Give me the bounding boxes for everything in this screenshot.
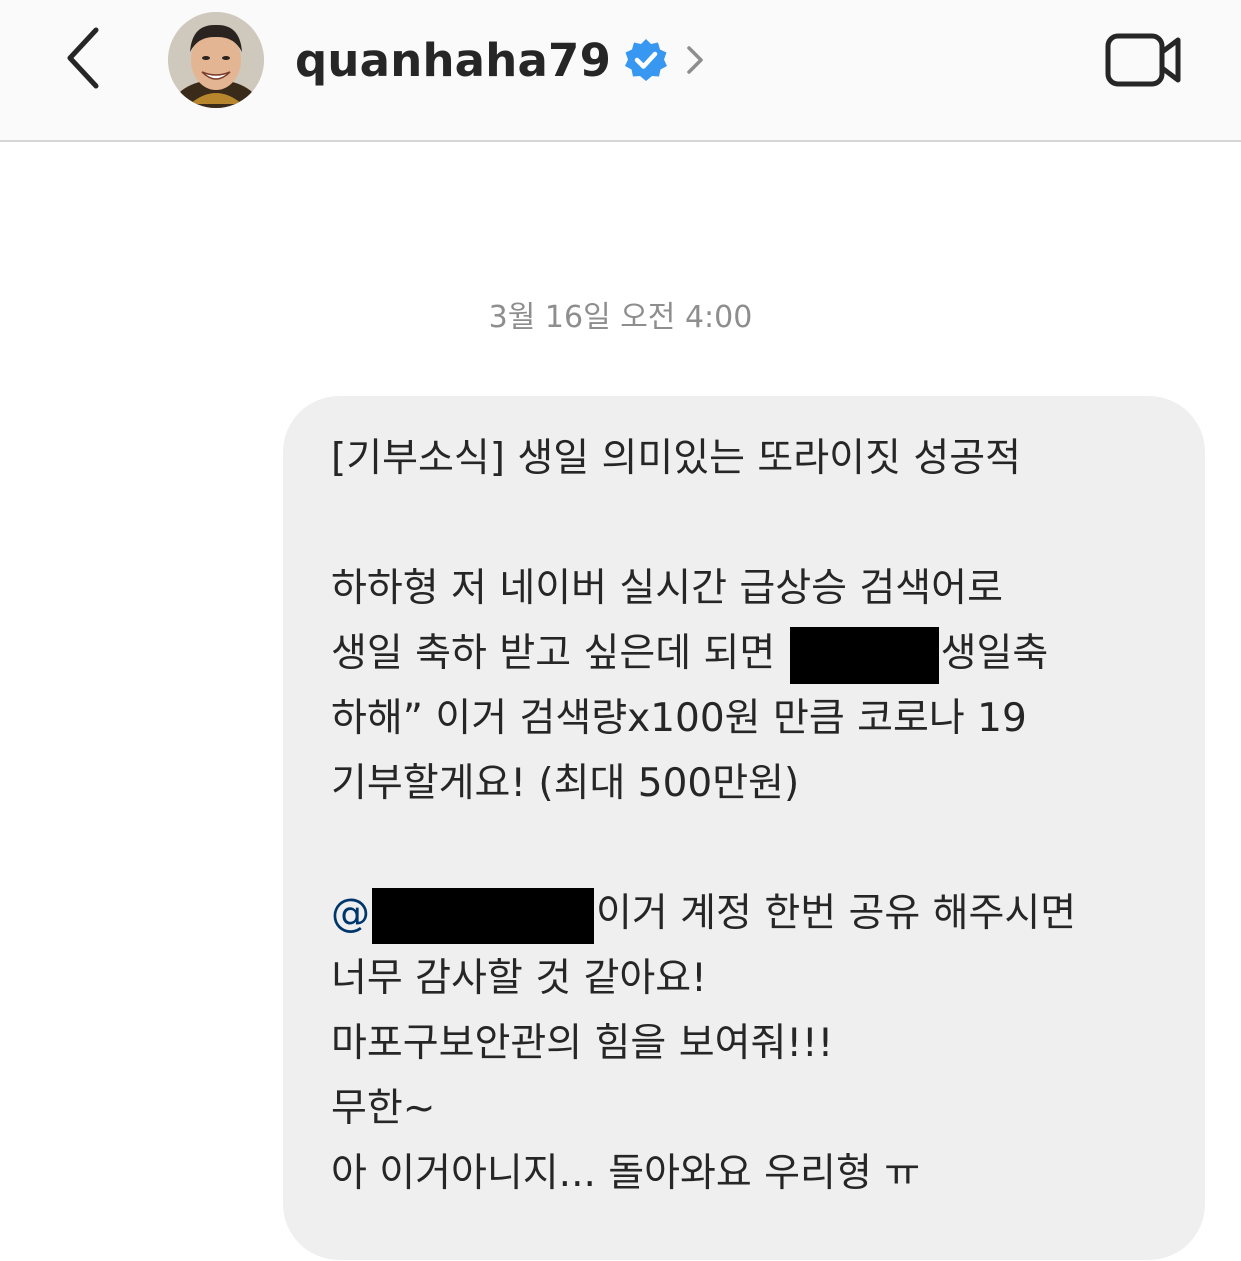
username: quanhaha79 — [295, 33, 612, 87]
message-line: 하하형 저 네이버 실시간 급상승 검색어로 — [331, 566, 1003, 611]
redacted-block — [789, 627, 939, 684]
message-timestamp: 3월 16일 오전 4:00 — [488, 300, 753, 335]
message-line: 생일 축하 받고 싶은데 되면 생일축 — [331, 621, 1165, 686]
message-line: 아 이거아니지... 돌아와요 우리형 ㅠ — [331, 1151, 921, 1196]
message-line: 기부할게요! (최대 500만원) — [331, 761, 800, 806]
mention-link[interactable]: @ — [331, 891, 370, 936]
verified-badge-icon — [625, 39, 668, 81]
message-text: 이거 계정 한번 공유 해주시면 — [596, 891, 1077, 936]
profile-link[interactable]: quanhaha79 — [295, 28, 707, 92]
avatar[interactable] — [168, 12, 264, 108]
message-line: @ 이거 계정 한번 공유 해주시면 — [331, 881, 1165, 946]
back-icon[interactable] — [54, 22, 114, 94]
message-line: 하해” 이거 검색량x100원 만큼 코로나 19 — [331, 696, 1027, 741]
message-line: 너무 감사할 것 같아요! — [331, 956, 707, 1001]
video-camera-icon[interactable] — [1104, 30, 1184, 90]
message-spacer — [331, 491, 1165, 556]
message-text: 생일축 — [940, 631, 1049, 676]
message-text: 생일 축하 받고 싶은데 되면 — [331, 631, 788, 676]
avatar-photo — [168, 12, 264, 108]
message-bubble[interactable]: [기부소식] 생일 의미있는 또라이짓 성공적 하하형 저 네이버 실시간 급상… — [283, 396, 1205, 1260]
message-spacer — [331, 816, 1165, 881]
message-line: [기부소식] 생일 의미있는 또라이짓 성공적 — [331, 436, 1021, 481]
redacted-block — [372, 887, 594, 944]
chevron-right-icon — [687, 46, 703, 74]
message-line: 무한~ — [331, 1086, 436, 1131]
chat-header: quanhaha79 — [0, 0, 1241, 142]
message-line: 마포구보안관의 힘을 보여줘!!! — [331, 1021, 834, 1066]
